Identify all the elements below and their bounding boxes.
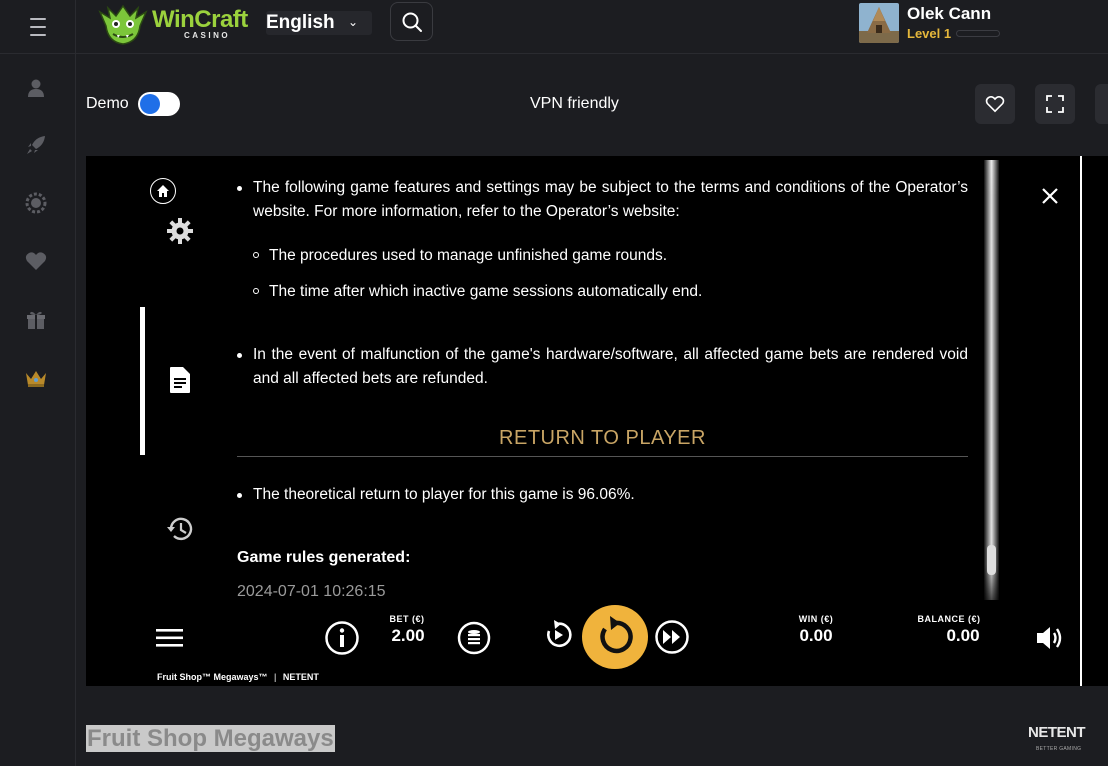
provider-tagline: BETTER GAMING [1036,746,1082,752]
rules-tab[interactable] [166,364,194,396]
rtp-text: The theoretical return to player for thi… [253,486,635,503]
favorite-button[interactable] [975,84,1015,124]
win-label: WIN (€) [798,614,834,624]
chevron-down-icon: ⌄ [347,15,358,29]
sub-bullet [253,252,259,258]
sidebar [0,54,76,766]
bet-label: BET (€) [389,614,425,624]
demo-toggle[interactable] [138,92,180,116]
rules-tab-indicator [140,307,145,455]
fullscreen-button[interactable] [1035,84,1075,124]
goblin-mascot-icon [98,4,148,45]
sidebar-item-profile[interactable] [24,76,48,100]
rule-text: In the event of malfunction of the game'… [253,346,968,387]
bet-value: 2.00 [391,626,425,645]
sidebar-item-boost[interactable] [24,133,48,157]
brand-subtitle: CASINO [184,31,231,40]
language-select[interactable]: English ⌄ [266,11,372,35]
search-icon [402,12,422,32]
history-icon [167,517,193,541]
demo-label: Demo [86,95,129,112]
search-button[interactable] [390,2,433,41]
rule-subtext: The time after which inactive game sessi… [269,283,703,300]
settings-tab[interactable] [164,215,196,247]
gear-icon [167,218,193,244]
brand-name: WinCraft [152,6,248,33]
sidebar-item-casino[interactable] [24,191,48,215]
rule-text: The following game features and settings… [253,179,968,220]
game-frame-edge [1080,156,1082,686]
info-icon[interactable] [324,620,360,656]
rtp-heading: RETURN TO PLAYER [499,427,706,449]
spin-icon [600,616,633,654]
balance-label: BALANCE (€) [917,614,981,624]
scrollbar[interactable] [984,160,999,600]
sub-bullet [253,288,259,294]
game-footer: Fruit Shop™ Megaways™ | NETENT [157,672,319,682]
rules-generated-date: 2024-07-01 10:26:15 [237,583,386,600]
footer-game-name: Fruit Shop™ Megaways™ [157,672,268,682]
footer-provider: NETENT [282,672,319,682]
user-name[interactable]: Olek Cann [907,4,991,24]
coins-icon[interactable] [457,621,491,655]
turbo-icon[interactable] [654,619,690,655]
crown-icon [26,371,46,387]
bullet [237,186,242,191]
sound-icon[interactable] [1035,624,1065,652]
bullet [237,353,242,358]
scrollbar-thumb[interactable] [987,545,996,575]
history-tab[interactable] [164,513,196,545]
level-progress-bar [956,30,1000,37]
roulette-icon [25,192,47,214]
favorite-heart-icon [985,96,1005,113]
sidebar-item-favorites[interactable] [24,249,48,273]
vpn-friendly-label: VPN friendly [530,95,619,112]
rule-subtext: The procedures used to manage unfinished… [269,247,668,264]
balance-value: 0.00 [946,626,980,645]
menu-button[interactable] [0,0,76,54]
toggle-knob [140,94,160,114]
autoplay-icon[interactable] [541,618,575,652]
sidebar-item-vip[interactable] [24,366,48,390]
rules-generated-label: Game rules generated: [237,549,411,566]
sidebar-item-promotions[interactable] [24,308,48,332]
bullet [237,493,242,498]
language-value: English [266,12,335,33]
document-icon [170,367,190,393]
game-title: Fruit Shop Megaways [86,725,335,752]
hamburger-icon[interactable] [156,627,184,649]
provider-logo[interactable]: NETENT [1028,724,1086,741]
home-button[interactable] [150,178,176,204]
win-value: 0.00 [799,626,833,645]
user-level: Level 1 [907,26,952,41]
divider [237,456,968,457]
avatar[interactable] [859,3,899,43]
brand-logo[interactable]: WinCraft CASINO [96,4,248,46]
footer-separator: | [274,672,277,682]
game-frame [86,156,1108,686]
top-bar: WinCraft CASINO English ⌄ Olek Cann Leve… [0,0,1108,54]
menu-icon [29,15,46,39]
gift-icon [27,311,45,329]
user-icon [28,79,44,97]
rocket-icon [27,136,45,154]
close-icon[interactable] [1036,182,1064,210]
fullscreen-icon [1046,95,1064,113]
avatar-image [859,3,899,43]
spin-button[interactable] [582,605,648,669]
more-button[interactable] [1095,84,1108,124]
heart-icon [25,252,47,270]
home-icon [157,185,169,197]
